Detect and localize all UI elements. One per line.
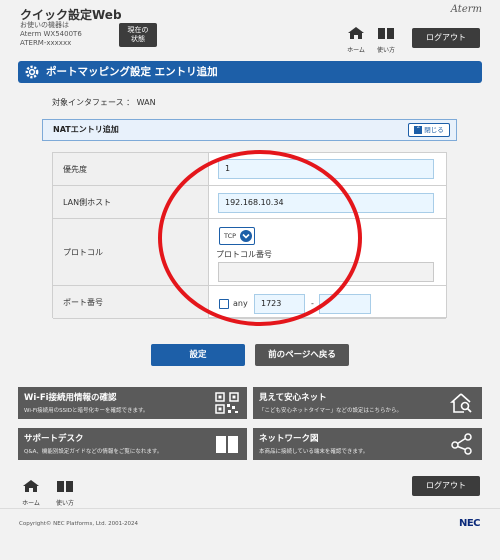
footer-logout-button[interactable]: ログアウト bbox=[412, 476, 480, 496]
submit-button[interactable]: 設定 bbox=[151, 344, 245, 366]
lan-host-row: LAN側ホスト 192.168.10.34 bbox=[53, 186, 446, 219]
page-title-bar: ポートマッピング設定 エントリ追加 bbox=[18, 61, 482, 83]
tile-support-desk[interactable]: サポートデスク Q&A、機能別設定ガイドなどの情報をご覧になれます。 bbox=[18, 428, 247, 460]
port-row: ポート番号 bbox=[53, 286, 446, 319]
book-icon bbox=[216, 436, 238, 453]
port-label: ポート番号 bbox=[53, 286, 209, 318]
footer-howto-label: 使い方 bbox=[55, 500, 74, 507]
book-icon bbox=[378, 28, 394, 39]
copyright: Copyright© NEC Platforms, Ltd. 2001-2024 bbox=[19, 521, 139, 527]
tile-title: Wi-Fi接続用情報の確認 bbox=[24, 393, 117, 403]
priority-input[interactable]: 1 bbox=[218, 159, 434, 179]
tile-desc: Q&A、機能別設定ガイドなどの情報をご覧になれます。 bbox=[24, 449, 163, 455]
priority-row: 優先度 1 bbox=[53, 153, 446, 186]
protocol-selected-value: TCP bbox=[224, 232, 237, 240]
device-model: Aterm WX5400T6 bbox=[20, 30, 82, 38]
header: クイック設定Web お使いの機器は Aterm WX5400T6 ATERM-x… bbox=[0, 0, 500, 55]
network-share-icon bbox=[451, 433, 472, 455]
collapse-label: 閉じる bbox=[424, 126, 444, 134]
device-name: ATERM-xxxxxx bbox=[20, 39, 72, 47]
tile-title: サポートデスク bbox=[24, 434, 84, 444]
port-from-input[interactable]: 1723 bbox=[254, 294, 305, 314]
chevron-up-icon: ⌃ bbox=[414, 126, 423, 134]
book-icon bbox=[57, 481, 73, 492]
logout-button[interactable]: ログアウト bbox=[412, 28, 480, 48]
section-title: NATエントリ追加 bbox=[53, 125, 119, 134]
aterm-logo: Aterm bbox=[450, 4, 482, 15]
lan-host-label: LAN側ホスト bbox=[53, 186, 209, 218]
gear-icon bbox=[25, 65, 39, 79]
tile-wifi-info[interactable]: Wi-Fi接続用情報の確認 Wi-Fi接続用のSSIDと暗号化キーを確認できます… bbox=[18, 387, 247, 419]
protocol-number-label: プロトコル番号 bbox=[216, 250, 272, 259]
target-interface: 対象インタフェース ： WAN bbox=[52, 98, 156, 107]
collapse-button[interactable]: ⌃ 閉じる bbox=[408, 123, 450, 137]
qr-code-icon bbox=[215, 392, 239, 414]
protocol-number-input[interactable] bbox=[218, 262, 434, 282]
nat-entry-form: 優先度 1 LAN側ホスト 192.168.10.34 プロトコル TCP プロ… bbox=[52, 152, 447, 319]
current-status-button[interactable]: 現在の 状態 bbox=[119, 23, 157, 47]
footer-divider bbox=[0, 508, 500, 509]
nat-entry-section-header: NATエントリ追加 ⌃ 閉じる bbox=[42, 119, 457, 141]
back-button[interactable]: 前のページへ戻る bbox=[255, 344, 349, 366]
tile-desc: 本商品に接続している端末を確認できます。 bbox=[259, 449, 369, 455]
protocol-select[interactable]: TCP bbox=[219, 227, 255, 245]
howto-label: 使い方 bbox=[376, 47, 395, 54]
footer-home-nav[interactable]: ホーム bbox=[18, 478, 44, 507]
home-icon bbox=[23, 480, 39, 492]
status-button-line1: 現在の bbox=[127, 26, 149, 34]
tile-desc: 「こども安心ネットタイマー」などの設定はこちらから。 bbox=[259, 408, 403, 414]
nec-logo: NEC bbox=[458, 518, 481, 529]
protocol-label: プロトコル bbox=[53, 219, 209, 285]
tile-safe-net[interactable]: 見えて安心ネット 「こども安心ネットタイマー」などの設定はこちらから。 bbox=[253, 387, 482, 419]
page-title: ポートマッピング設定 エントリ追加 bbox=[46, 66, 218, 78]
footer-home-label: ホーム bbox=[22, 500, 40, 507]
tile-title: ネットワーク図 bbox=[259, 434, 319, 444]
home-icon bbox=[348, 27, 364, 39]
port-any-label: any bbox=[233, 299, 248, 308]
home-label: ホーム bbox=[347, 47, 365, 54]
footer-howto-nav[interactable]: 使い方 bbox=[52, 478, 78, 507]
chevron-down-icon bbox=[240, 230, 252, 242]
status-button-line2: 状態 bbox=[131, 35, 145, 43]
port-separator: - bbox=[311, 299, 314, 308]
tile-title: 見えて安心ネット bbox=[259, 393, 327, 403]
priority-label: 優先度 bbox=[53, 153, 209, 185]
port-to-input[interactable] bbox=[319, 294, 371, 314]
device-info-line: お使いの機器は bbox=[20, 21, 69, 29]
house-search-icon bbox=[450, 393, 472, 413]
port-any-checkbox[interactable] bbox=[219, 299, 229, 309]
tile-network-map[interactable]: ネットワーク図 本商品に接続している端末を確認できます。 bbox=[253, 428, 482, 460]
lan-host-input[interactable]: 192.168.10.34 bbox=[218, 193, 434, 213]
howto-nav[interactable]: 使い方 bbox=[373, 25, 399, 54]
tile-desc: Wi-Fi接続用のSSIDと暗号化キーを確認できます。 bbox=[24, 408, 149, 414]
home-nav[interactable]: ホーム bbox=[343, 25, 369, 54]
